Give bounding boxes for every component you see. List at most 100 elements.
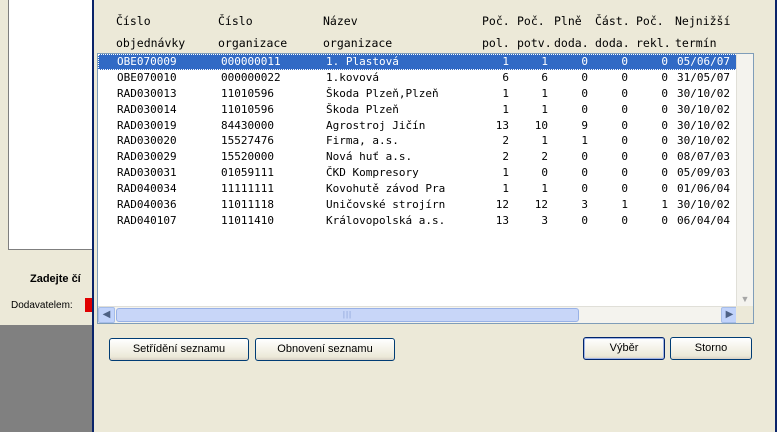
cell-claims-count: 0 [661,166,668,180]
cell-org-name: Škoda Plzeň [326,102,399,116]
chevron-left-icon[interactable]: ◀ [98,307,115,323]
header-org-name: Název organizace [323,14,393,50]
cell-order-number: RAD030020 [117,134,177,148]
vertical-scrollbar[interactable]: ▼ [736,54,753,307]
cell-org-number: 01059111 [221,166,274,180]
cell-earliest-term: 08/07/03 [677,150,730,164]
cell-item-count: 2 [502,150,509,164]
orders-list[interactable]: OBE070009 000000011 1. Plastová 1 1 0 0 0 05/06/… [97,53,754,324]
cell-item-count: 1 [502,86,509,100]
scroll-thumb[interactable]: ||| [116,308,579,322]
refresh-list-button[interactable]: Obnovení seznamu [255,338,395,361]
cell-confirmed-count: 0 [541,166,548,180]
cell-org-number: 000000011 [221,55,281,68]
header-earliest-term: Nejnižší termín [675,14,731,50]
cell-partially-delivered: 0 [621,213,628,227]
cell-item-count: 2 [502,134,509,148]
supplier-field[interactable] [85,298,92,312]
cell-org-number: 15520000 [221,150,274,164]
cell-confirmed-count: 10 [534,118,548,132]
cell-org-number: 11011118 [221,198,274,212]
cell-org-name: ČKD Kompresory [326,166,419,180]
cell-fully-delivered: 0 [581,102,588,116]
cell-org-name: 1. Plastová [326,55,399,68]
cell-fully-delivered: 0 [581,86,588,100]
cell-earliest-term: 06/04/04 [677,213,730,227]
table-row[interactable]: RAD030031 01059111 ČKD Kompresory 1 0 0 0 0 05/0… [98,165,738,181]
horizontal-scrollbar[interactable]: ◀ ||| ▶ [98,306,738,323]
table-row[interactable]: OBE070009 000000011 1. Plastová 1 1 0 0 0 05/06/… [98,54,738,70]
table-row[interactable]: RAD040036 11011118 Uničovské strojírn 12 12 3… [98,197,738,213]
cell-org-number: 000000022 [221,70,281,84]
table-row[interactable]: RAD030029 15520000 Nová huť a.s. 2 2 0 0 0 08/07… [98,149,738,165]
header-order-number: Číslo objednávky [116,14,186,50]
cell-claims-count: 0 [661,102,668,116]
cell-order-number: OBE070010 [117,70,177,84]
cell-item-count: 6 [502,70,509,84]
cell-partially-delivered: 0 [621,118,628,132]
cell-earliest-term: 30/10/02 [677,134,730,148]
cell-confirmed-count: 1 [541,182,548,196]
table-row[interactable]: RAD030020 15527476 Firma, a.s. 2 1 1 0 0 30/10/0… [98,133,738,149]
header-confirmed-count: Poč. potv. [517,14,552,50]
order-number-prompt: Zadejte čí [30,273,81,285]
cell-confirmed-count: 1 [541,86,548,100]
cell-org-name: Agrostroj Jičín [326,118,426,132]
table-row[interactable]: RAD030014 11010596 Škoda Plzeň 1 1 0 0 0 30/10/0… [98,102,738,118]
cell-org-number: 11010596 [221,102,274,116]
cell-claims-count: 0 [661,55,668,68]
cell-earliest-term: 05/09/03 [677,166,730,180]
header-partially-delivered: Část. doda. [595,14,630,50]
cancel-button[interactable]: Storno [670,337,752,360]
cell-org-name: Firma, a.s. [326,134,399,148]
cell-claims-count: 0 [661,213,668,227]
cell-order-number: RAD040036 [117,198,177,212]
cell-confirmed-count: 3 [541,213,548,227]
table-row[interactable]: OBE070010 000000022 1.kovová 6 6 0 0 0 31/05/07 [98,70,738,86]
cell-claims-count: 0 [661,182,668,196]
cell-confirmed-count: 1 [541,102,548,116]
cell-item-count: 13 [495,213,509,227]
header-org-number: Číslo organizace [218,14,288,50]
cell-org-name: Škoda Plzeň,Plzeň [326,86,439,100]
cell-order-number: RAD030014 [117,102,177,116]
cell-partially-delivered: 0 [621,150,628,164]
cell-earliest-term: 05/06/07 [677,55,730,68]
table-row[interactable]: RAD030019 84430000 Agrostroj Jičín 13 10 9 0 0 3… [98,118,738,134]
cell-order-number: RAD030029 [117,150,177,164]
header-fully-delivered: Plně doda. [554,14,589,50]
cell-confirmed-count: 6 [541,70,548,84]
cell-partially-delivered: 0 [621,86,628,100]
cell-org-number: 11011410 [221,213,274,227]
cell-fully-delivered: 9 [581,118,588,132]
cell-org-name: Královopolská a.s. [326,213,446,227]
table-row[interactable]: RAD040034 11111111 Kovohutě závod Pra 1 1 0 0 0… [98,181,738,197]
cell-confirmed-count: 12 [534,198,548,212]
header-claims-count: Poč. rekl. [636,14,671,50]
cell-partially-delivered: 0 [621,182,628,196]
sort-list-button[interactable]: Setřídění seznamu [109,338,249,361]
header-item-count: Poč. pol. [482,14,510,50]
cell-claims-count: 1 [661,198,668,212]
cell-item-count: 1 [502,102,509,116]
table-row[interactable]: RAD040107 11011410 Královopolská a.s. 13 3 0 0… [98,213,738,229]
cell-org-number: 11111111 [221,182,274,196]
cell-partially-delivered: 0 [621,102,628,116]
cell-claims-count: 0 [661,118,668,132]
chevron-down-icon[interactable]: ▼ [737,291,753,307]
orders-rows: OBE070009 000000011 1. Plastová 1 1 0 0 0 05/06/… [98,54,738,229]
cell-org-number: 84430000 [221,118,274,132]
cell-earliest-term: 30/10/02 [677,118,730,132]
cell-item-count: 12 [495,198,509,212]
select-button[interactable]: Výběr [583,337,665,360]
cell-order-number: RAD040034 [117,182,177,196]
cell-item-count: 13 [495,118,509,132]
cell-org-number: 11010596 [221,86,274,100]
cell-claims-count: 0 [661,70,668,84]
cell-fully-delivered: 0 [581,70,588,84]
cell-claims-count: 0 [661,134,668,148]
cell-fully-delivered: 0 [581,55,588,68]
cell-org-number: 15527476 [221,134,274,148]
table-row[interactable]: RAD030013 11010596 Škoda Plzeň,Plzeň 1 1 0 0 0 3… [98,86,738,102]
cell-org-name: Uničovské strojírn [326,198,446,212]
